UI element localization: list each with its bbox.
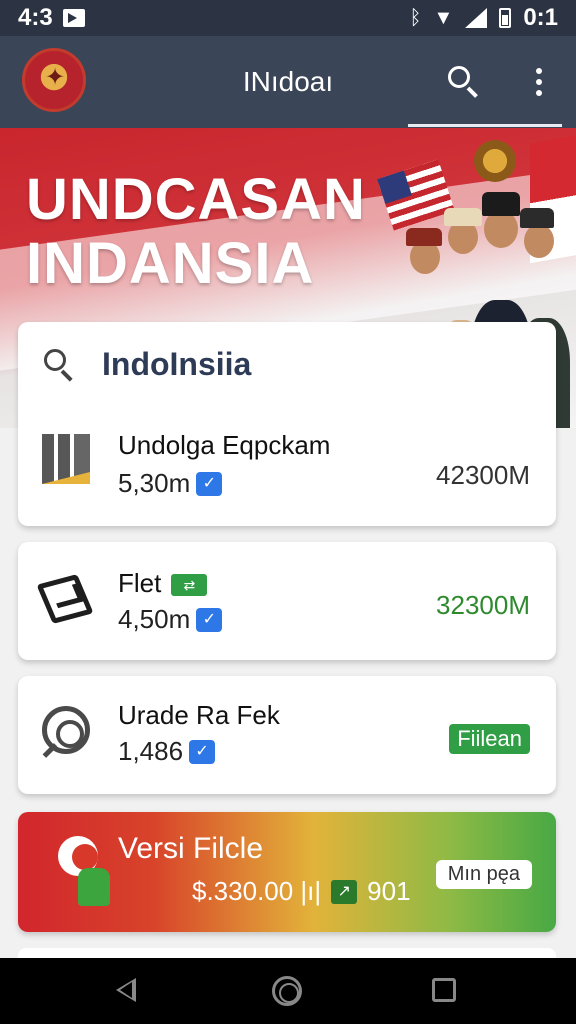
verified-icon: ✓ bbox=[196, 607, 223, 632]
active-tab-indicator bbox=[408, 124, 562, 127]
next-card-peek bbox=[18, 948, 556, 958]
wifi-icon: ▼ bbox=[433, 6, 454, 29]
trend-value: 901 bbox=[367, 876, 411, 906]
list-item-title: Urade Ra Fek bbox=[118, 700, 280, 730]
list-item-value: 42300M bbox=[436, 460, 530, 490]
list-item[interactable]: Urade Ra Fek 1,486 ✓ Fiilean bbox=[18, 676, 556, 794]
list-item-title[interactable]: Undolga Eqpckam bbox=[118, 430, 330, 461]
trend-up-icon: ↗ bbox=[331, 879, 358, 904]
list-item-sub: 1,486 ✓ bbox=[118, 736, 216, 767]
list-item-value: 32300M bbox=[436, 590, 530, 620]
hero-title-line2: INDANSIA bbox=[26, 231, 315, 296]
app-title: INıdoaı bbox=[242, 66, 334, 97]
more-options-button[interactable] bbox=[528, 66, 550, 98]
transfer-icon: ⇄ bbox=[171, 574, 208, 597]
hero-title-line1: UNDCASAN bbox=[26, 167, 366, 232]
status-icons: ᛒ ▼ 0:1 bbox=[410, 4, 558, 32]
battery-icon bbox=[499, 8, 512, 28]
hero-title: UNDCASAN INDANSIA bbox=[26, 168, 366, 296]
promo-card[interactable]: Versi Filcle $.330.00 |ı| ↗ 901 Mın pęa bbox=[18, 812, 556, 932]
promo-price: $.330.00 |ı| ↗ 901 bbox=[192, 876, 411, 906]
verified-icon: ✓ bbox=[189, 739, 216, 764]
search-input[interactable]: IndoInsiia bbox=[102, 346, 251, 383]
status-time: 4:3 bbox=[18, 4, 53, 31]
list-item-sub: 5,30m ✓ bbox=[118, 468, 223, 499]
app-bar: INıdoaı bbox=[0, 36, 576, 128]
promo-title: Versi Filcle bbox=[118, 832, 264, 865]
bluetooth-icon: ᛒ bbox=[409, 6, 422, 29]
back-icon[interactable] bbox=[116, 978, 136, 1002]
books-icon bbox=[42, 434, 92, 484]
list-item-title: Flet ⇄ bbox=[118, 568, 208, 599]
garuda-emblem-image bbox=[474, 140, 516, 182]
recent-apps-icon[interactable] bbox=[432, 978, 456, 1002]
status-clock: 0:1 bbox=[523, 4, 558, 31]
verified-icon: ✓ bbox=[196, 471, 223, 496]
status-bar: 4:3 ᛒ ▼ 0:1 bbox=[0, 0, 576, 36]
box-icon bbox=[36, 574, 94, 624]
list-item-sub: 4,50m ✓ bbox=[118, 604, 223, 635]
search-icon bbox=[448, 66, 470, 88]
home-icon[interactable] bbox=[272, 976, 302, 1006]
search-card: IndoInsiia Undolga Eqpckam 5,30m ✓ 42300… bbox=[18, 322, 556, 526]
search-icon bbox=[42, 347, 78, 383]
navigation-bar bbox=[0, 958, 576, 1024]
signal-icon bbox=[465, 8, 488, 28]
android-icon bbox=[58, 836, 114, 908]
search-button[interactable] bbox=[442, 62, 482, 102]
search-field[interactable]: IndoInsiia bbox=[42, 346, 251, 383]
notification-icon bbox=[62, 9, 85, 27]
promo-button[interactable]: Mın pęa bbox=[435, 860, 532, 889]
list-item[interactable]: Flet ⇄ 4,50m ✓ 32300M bbox=[18, 542, 556, 660]
status-badge[interactable]: Fiilean bbox=[449, 724, 530, 754]
